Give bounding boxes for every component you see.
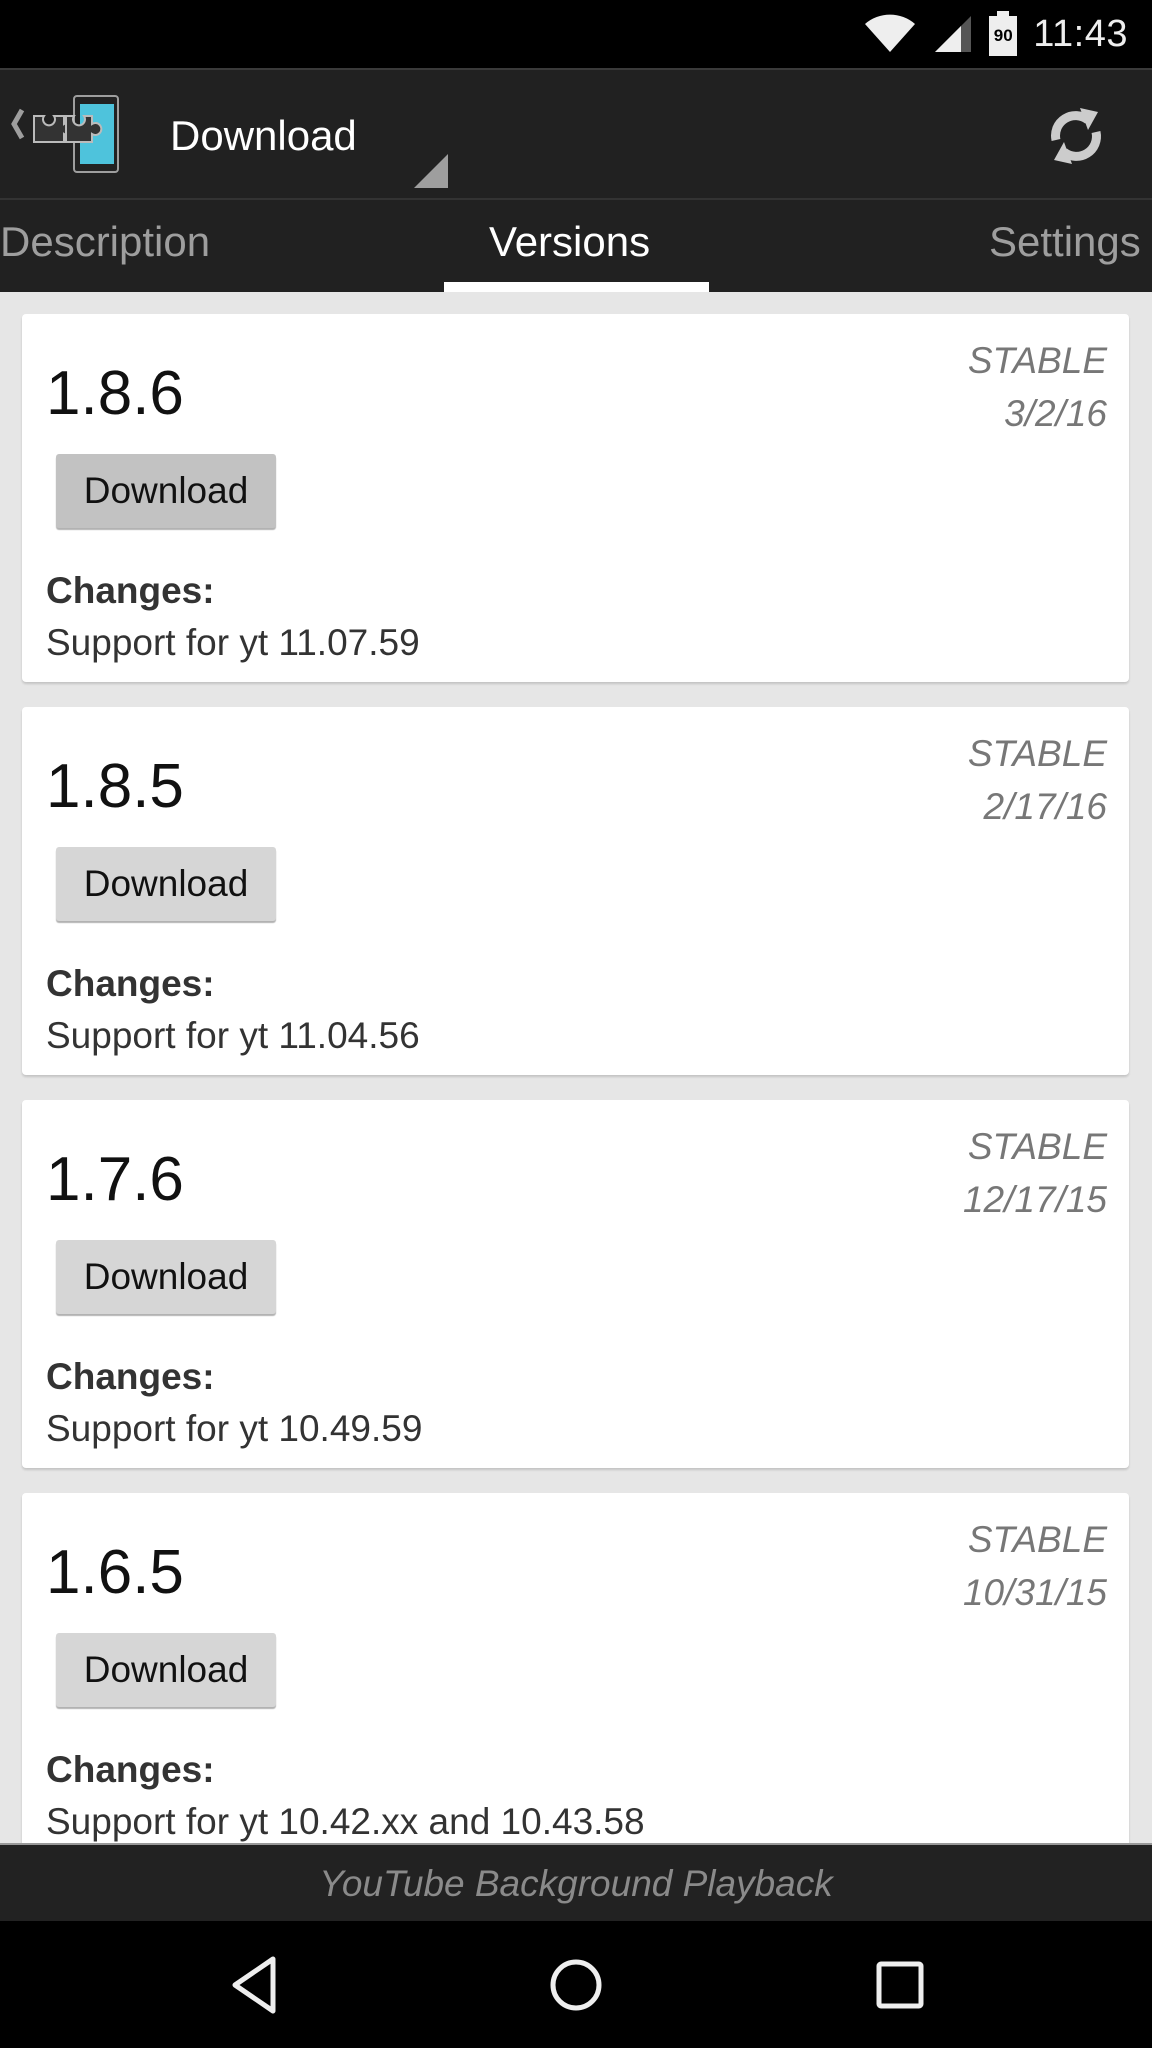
release-branch: STABLE [967, 340, 1107, 381]
changes-label: Changes: [46, 1356, 215, 1397]
changes-label: Changes: [46, 963, 215, 1004]
version-card: 1.7.6 STABLE 12/17/15 Download Changes: … [22, 1100, 1129, 1468]
download-button[interactable]: Download [56, 847, 276, 921]
release-date: 2/17/16 [983, 786, 1107, 827]
recents-button[interactable] [860, 1949, 940, 2021]
tab-versions[interactable]: Versions [489, 218, 650, 266]
tab-settings[interactable]: Settings [989, 218, 1141, 266]
battery-level: 90 [993, 26, 1013, 45]
app-logo-icon[interactable] [10, 94, 125, 174]
module-name-footer: YouTube Background Playback [0, 1843, 1152, 1923]
action-bar: Download [0, 68, 1152, 200]
version-number: 1.7.6 [46, 1145, 184, 1214]
back-icon [232, 1956, 276, 2014]
release-branch: STABLE [967, 733, 1107, 774]
tab-description[interactable]: Description [0, 218, 210, 266]
changes-text: Support for yt 11.07.59 [46, 622, 420, 663]
changes-label: Changes: [46, 1749, 215, 1790]
version-card: 1.8.5 STABLE 2/17/16 Download Changes: S… [22, 707, 1129, 1075]
download-button[interactable]: Download [56, 1240, 276, 1314]
version-card: 1.6.5 STABLE 10/31/15 Download Changes: … [22, 1493, 1129, 1843]
download-button[interactable]: Download [56, 454, 276, 528]
recents-icon [876, 1961, 924, 2009]
versions-list[interactable]: 1.8.6 STABLE 3/2/16 Download Changes: Su… [0, 290, 1152, 1843]
navigation-bar [0, 1921, 1152, 2048]
module-name: YouTube Background Playback [319, 1863, 833, 1904]
tab-bar: Description Versions Settings [0, 198, 1152, 292]
changes-label: Changes: [46, 570, 215, 611]
status-bar: 90 11:43 [0, 0, 1152, 68]
download-button[interactable]: Download [56, 1633, 276, 1707]
release-branch: STABLE [967, 1126, 1107, 1167]
changes-text: Support for yt 10.42.xx and 10.43.58 [46, 1801, 645, 1842]
clock: 11:43 [1033, 12, 1128, 55]
screen-title[interactable]: Download [170, 112, 357, 160]
release-date: 10/31/15 [962, 1572, 1107, 1613]
home-icon [550, 1959, 602, 2011]
cell-signal-icon [935, 16, 972, 52]
release-date: 12/17/15 [962, 1179, 1107, 1220]
version-number: 1.8.6 [46, 359, 184, 428]
battery-icon: 90 [989, 11, 1018, 56]
back-button[interactable] [214, 1949, 294, 2021]
release-branch: STABLE [967, 1519, 1107, 1560]
changes-text: Support for yt 10.49.59 [46, 1408, 423, 1449]
status-icons: 90 11:43 [863, 0, 1128, 68]
home-button[interactable] [536, 1949, 616, 2021]
changes-text: Support for yt 11.04.56 [46, 1015, 420, 1056]
wifi-icon [865, 14, 916, 52]
refresh-icon[interactable] [1040, 100, 1112, 172]
version-number: 1.6.5 [46, 1538, 184, 1607]
release-date: 3/2/16 [1004, 393, 1107, 434]
version-number: 1.8.5 [46, 752, 184, 821]
version-card: 1.8.6 STABLE 3/2/16 Download Changes: Su… [22, 314, 1129, 682]
dropdown-triangle-icon[interactable] [414, 154, 448, 188]
